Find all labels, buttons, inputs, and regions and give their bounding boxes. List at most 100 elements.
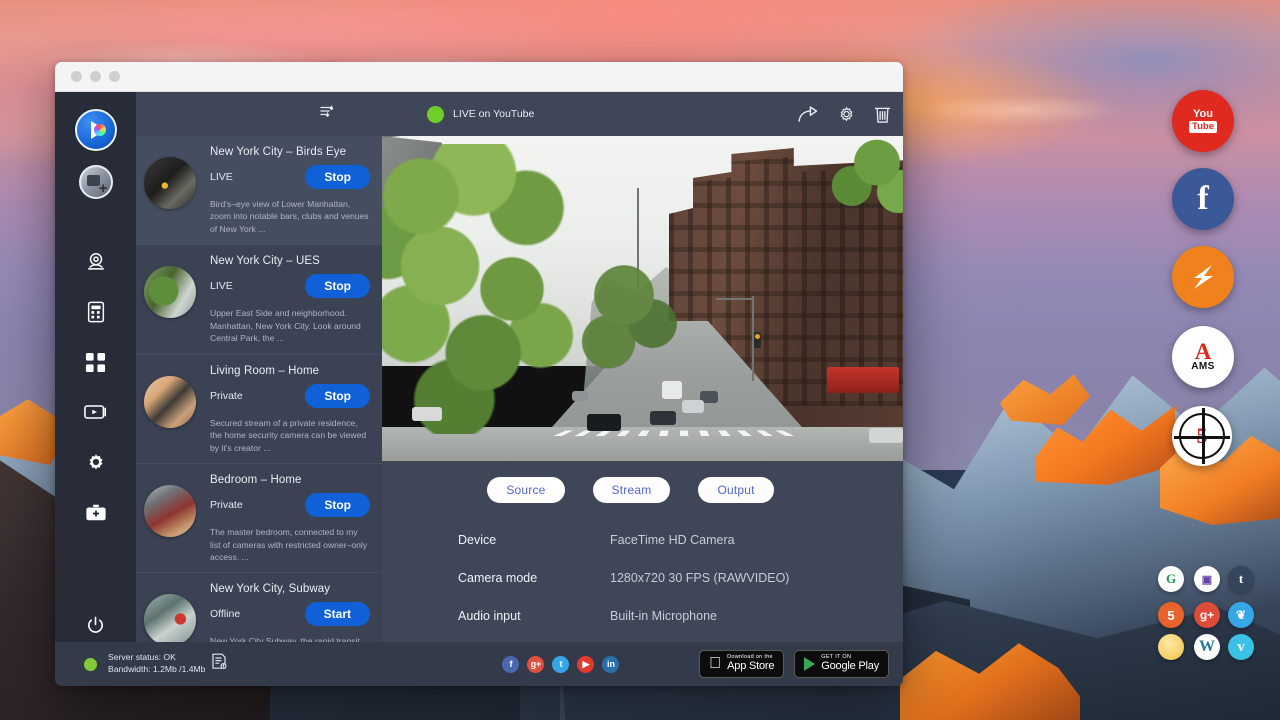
detail-row: Camera mode 1280x720 30 FPS (RAWVIDEO)	[458, 571, 903, 585]
mini-icon-wordpress[interactable]: W	[1194, 634, 1220, 660]
desktop-icon-wowza[interactable]	[1172, 246, 1234, 308]
minimize-button[interactable]	[90, 71, 101, 82]
lightning-bolt-icon	[1185, 259, 1221, 295]
tab-stream[interactable]: Stream	[593, 477, 671, 503]
close-button[interactable]	[71, 71, 82, 82]
gear-icon[interactable]	[837, 105, 856, 124]
mini-icon-gamers[interactable]: G	[1158, 566, 1184, 592]
webcam-icon	[85, 251, 107, 273]
server-status-text: Server status: OK Bandwidth: 1.2Mb /1.4M…	[108, 652, 205, 675]
mini-icon-sunny[interactable]	[1158, 634, 1184, 660]
detail-label: Camera mode	[458, 571, 610, 585]
desktop-icon-facebook[interactable]: f	[1172, 168, 1234, 230]
camera-description: Upper East Side and neighborhood. Manhat…	[208, 298, 372, 344]
detail-value[interactable]: Built-in Microphone	[610, 609, 717, 623]
preview-vehicle	[662, 381, 682, 399]
camera-list-item[interactable]: New York City – Birds Eye LIVE Stop Bird…	[136, 136, 382, 245]
bandwidth-line: Bandwidth: 1.2Mb /1.4Mb	[108, 664, 205, 674]
apple-icon: 	[709, 656, 721, 672]
user-avatar[interactable]	[79, 165, 113, 199]
mini-icon-html5[interactable]: 5	[1158, 602, 1184, 628]
youtube-you-text: You	[1193, 109, 1213, 120]
preview-right-trees	[823, 136, 903, 222]
camera-status-row: Private Stop	[208, 486, 372, 517]
tab-source[interactable]: Source	[487, 477, 564, 503]
zoom-button[interactable]	[109, 71, 120, 82]
camera-toggle-button[interactable]: Stop	[305, 165, 370, 189]
mini-icon-twitch[interactable]: ▣	[1194, 566, 1220, 592]
camera-list-item[interactable]: Living Room – Home Private Stop Secured …	[136, 355, 382, 464]
desktop-icon-youtube[interactable]: You Tube	[1172, 90, 1234, 152]
camera-status-row: Private Stop	[208, 377, 372, 408]
camera-status-row: LIVE Stop	[208, 267, 372, 298]
app-logo-icon[interactable]	[75, 109, 117, 151]
sidebar-rail	[55, 92, 136, 686]
server-status-indicator	[84, 658, 97, 671]
google-plus-icon[interactable]: g+	[527, 656, 544, 673]
camera-description: Secured stream of a private residence, t…	[208, 408, 372, 454]
linkedin-icon[interactable]: in	[602, 656, 619, 673]
mini-icon-twitter[interactable]: ❦	[1228, 602, 1254, 628]
camera-state: Private	[210, 499, 243, 511]
app-store-button[interactable]:  Download on the App Store	[699, 650, 784, 678]
sort-filter-icon[interactable]	[320, 105, 334, 124]
preview-vehicle	[412, 407, 442, 421]
desktop-icon-adobe-ams[interactable]: A AMS	[1172, 326, 1234, 388]
share-arrow-icon[interactable]	[798, 106, 819, 123]
trash-icon[interactable]	[874, 105, 891, 124]
camera-thumbnail	[144, 266, 196, 318]
log-document-icon[interactable]	[211, 653, 227, 675]
mini-icon-tumblr[interactable]: t	[1228, 566, 1254, 592]
sidebar-item-dashboard[interactable]	[71, 337, 121, 387]
camera-title: Bedroom – Home	[208, 473, 372, 486]
ams-label: AMS	[1191, 361, 1214, 372]
main-topbar: LIVE on YouTube	[382, 92, 903, 136]
store-badges:  Download on the App Store GET IT ON Go…	[699, 650, 889, 678]
app-window: New York City – Birds Eye LIVE Stop Bird…	[55, 62, 903, 686]
preview-vehicle	[572, 391, 588, 401]
detail-value[interactable]: 1280x720 30 FPS (RAWVIDEO)	[610, 571, 789, 585]
facebook-icon[interactable]: f	[502, 656, 519, 673]
mini-icon-vimeo[interactable]: v	[1228, 634, 1254, 660]
preview-awning	[827, 367, 899, 393]
target-ring-icon: 5	[1179, 413, 1225, 459]
camera-description: The master bedroom, connected to my list…	[208, 517, 372, 563]
camera-list-item[interactable]: Bedroom – Home Private Stop The master b…	[136, 464, 382, 573]
sidebar-item-support[interactable]	[71, 487, 121, 537]
twitter-icon[interactable]: t	[552, 656, 569, 673]
sidebar-item-video[interactable]	[71, 387, 121, 437]
tab-output[interactable]: Output	[698, 477, 773, 503]
detail-label: Audio input	[458, 609, 610, 623]
camera-toggle-button[interactable]: Stop	[305, 493, 370, 517]
camera-thumbnail	[144, 376, 196, 428]
youtube-icon[interactable]: ▶	[577, 656, 594, 673]
camera-toggle-button[interactable]: Start	[305, 602, 370, 626]
app-store-text: Download on the App Store	[727, 655, 774, 672]
social-links: f g+ t ▶ in	[502, 656, 619, 673]
camera-thumbnail	[144, 157, 196, 209]
camera-toggle-button[interactable]: Stop	[305, 384, 370, 408]
camera-list-column: New York City – Birds Eye LIVE Stop Bird…	[136, 92, 382, 686]
live-status-label: LIVE on YouTube	[453, 108, 534, 120]
sidebar-item-cameras[interactable]	[71, 237, 121, 287]
mini-icon-google-plus[interactable]: g+	[1194, 602, 1220, 628]
camera-state: LIVE	[210, 280, 233, 292]
sidebar-item-settings[interactable]	[71, 437, 121, 487]
camera-list-item[interactable]: New York City – UES LIVE Stop Upper East…	[136, 245, 382, 354]
detail-row: Audio input Built-in Microphone	[458, 609, 903, 623]
window-titlebar	[55, 62, 903, 92]
preview-streetlamp2-arm	[716, 298, 754, 300]
desktop-icon-html5-target[interactable]: 5	[1172, 406, 1232, 466]
camera-toggle-button[interactable]: Stop	[305, 274, 370, 298]
camera-state: Offline	[210, 608, 240, 620]
preview-vehicle	[650, 411, 676, 425]
preview-vehicle	[587, 414, 621, 431]
camera-title: New York City – UES	[208, 254, 372, 267]
google-play-button[interactable]: GET IT ON Google Play	[794, 650, 889, 678]
video-preview[interactable]	[382, 136, 903, 461]
sidebar-item-device[interactable]	[71, 287, 121, 337]
camera-list[interactable]: New York City – Birds Eye LIVE Stop Bird…	[136, 136, 382, 686]
adobe-a-icon: A	[1195, 342, 1212, 362]
main-panel: LIVE on YouTube	[382, 92, 903, 686]
detail-value[interactable]: FaceTime HD Camera	[610, 533, 735, 547]
